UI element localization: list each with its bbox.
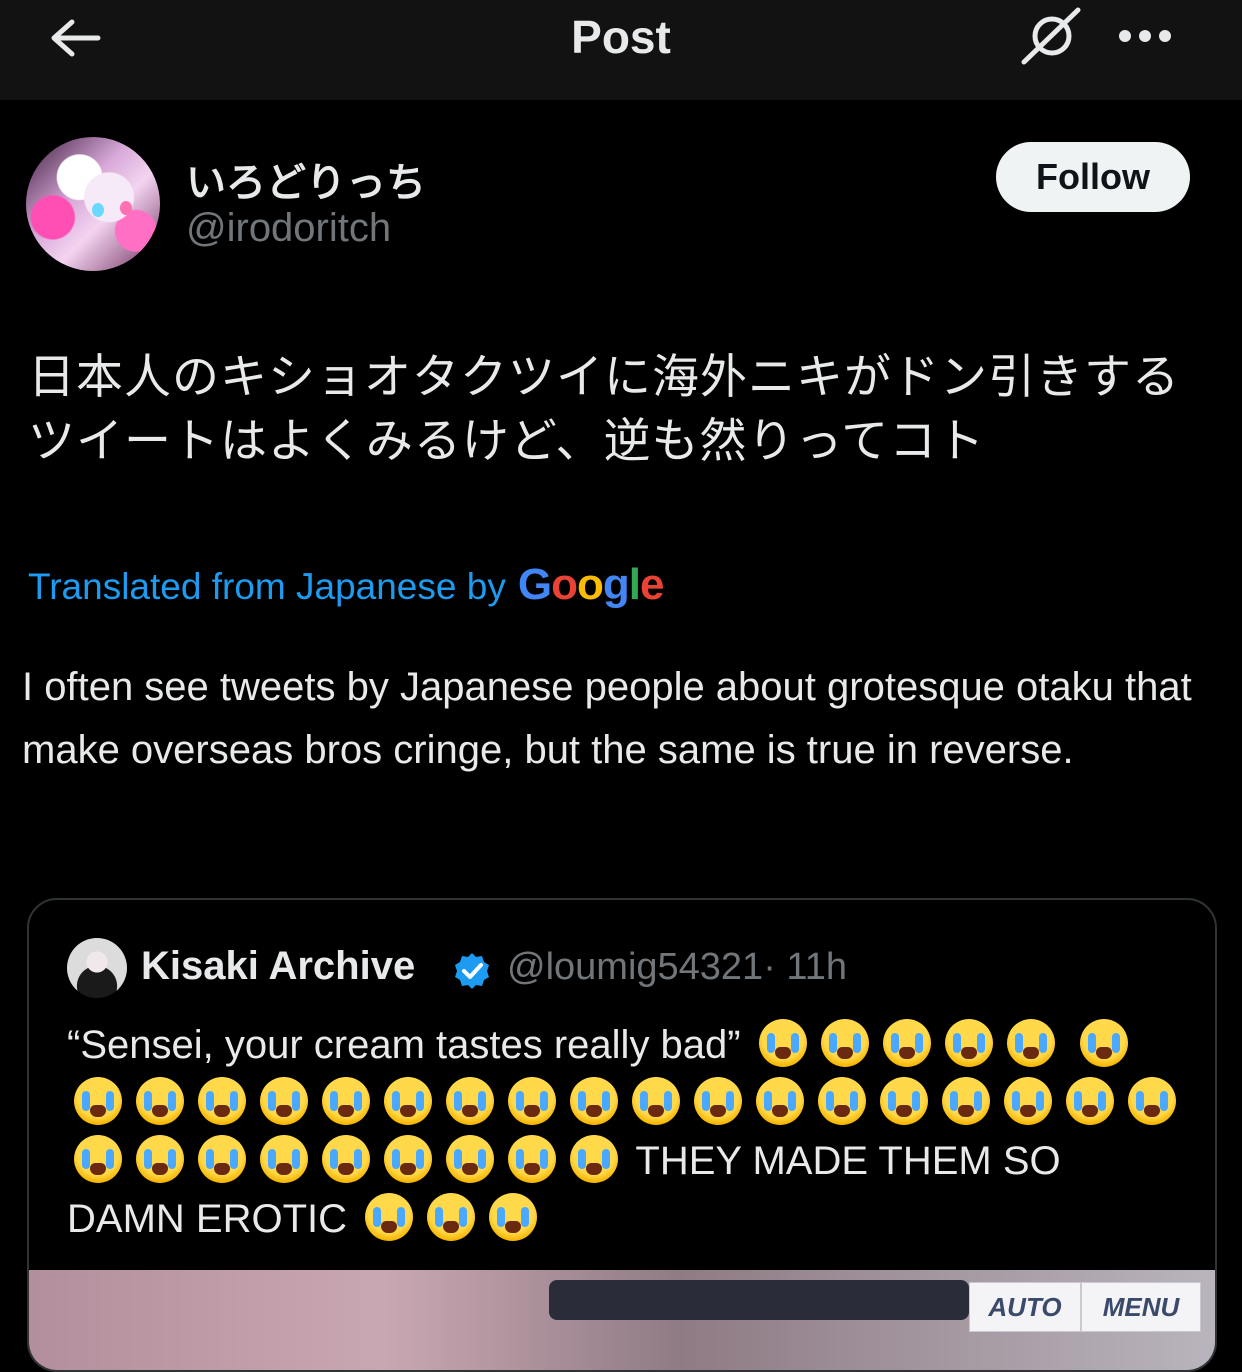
loudly-crying-face-emoji-icon — [446, 1135, 494, 1183]
author-handle[interactable]: @irodoritch — [186, 206, 391, 251]
loudly-crying-face-emoji-icon — [260, 1077, 308, 1125]
post-original-text: 日本人のキショオタクツイに海外ニキがドン引きするツイートはよくみるけど、逆も然り… — [28, 350, 1180, 469]
loudly-crying-face-emoji-icon — [489, 1193, 538, 1241]
loudly-crying-face-emoji-icon — [74, 1135, 122, 1183]
translation-label: Translated from Japanese by — [28, 566, 506, 607]
loudly-crying-face-emoji-icon — [198, 1135, 246, 1183]
quoted-author-handle-time: @loumig54321· 11h — [507, 946, 847, 989]
emoji-group-3 — [358, 1193, 544, 1241]
loudly-crying-face-emoji-icon — [365, 1193, 414, 1241]
translation-attribution[interactable]: Translated from Japanese by Google — [28, 560, 665, 610]
loudly-crying-face-emoji-icon — [260, 1135, 308, 1183]
follow-button[interactable]: Follow — [996, 142, 1190, 212]
loudly-crying-face-emoji-icon — [570, 1135, 618, 1183]
loudly-crying-face-emoji-icon — [818, 1077, 866, 1125]
quoted-text-part1: “Sensei, your cream tastes really bad” — [67, 1023, 741, 1067]
back-button[interactable] — [44, 14, 104, 62]
loudly-crying-face-emoji-icon — [427, 1193, 476, 1241]
top-bar: Post — [0, 0, 1242, 100]
grok-button[interactable] — [1016, 6, 1086, 66]
media-decor — [549, 1280, 969, 1320]
loudly-crying-face-emoji-icon — [508, 1077, 556, 1125]
google-logo: Google — [517, 560, 665, 609]
more-button[interactable] — [1112, 18, 1178, 54]
loudly-crying-face-emoji-icon — [694, 1077, 742, 1125]
quoted-media-image[interactable]: AUTO MENU — [29, 1270, 1215, 1370]
loudly-crying-face-emoji-icon — [322, 1135, 370, 1183]
loudly-crying-face-emoji-icon — [632, 1077, 680, 1125]
quoted-author-handle: @loumig54321 — [507, 946, 764, 988]
quoted-author-avatar — [67, 938, 127, 998]
loudly-crying-face-emoji-icon — [882, 1019, 931, 1067]
auto-button: AUTO — [969, 1282, 1081, 1332]
loudly-crying-face-emoji-icon — [944, 1019, 993, 1067]
arrow-left-icon — [51, 19, 101, 57]
grok-icon — [1021, 7, 1081, 65]
quoted-post-time: · 11h — [763, 946, 847, 988]
quoted-post-text: “Sensei, your cream tastes really bad” T… — [67, 1016, 1187, 1248]
loudly-crying-face-emoji-icon — [758, 1019, 807, 1067]
loudly-crying-face-emoji-icon — [942, 1077, 990, 1125]
loudly-crying-face-emoji-icon — [384, 1135, 432, 1183]
loudly-crying-face-emoji-icon — [1079, 1019, 1128, 1067]
loudly-crying-face-emoji-icon — [384, 1077, 432, 1125]
quoted-author-name: Kisaki Archive — [141, 944, 416, 988]
loudly-crying-face-emoji-icon — [1004, 1077, 1052, 1125]
loudly-crying-face-emoji-icon — [756, 1077, 804, 1125]
loudly-crying-face-emoji-icon — [446, 1077, 494, 1125]
loudly-crying-face-emoji-icon — [570, 1077, 618, 1125]
loudly-crying-face-emoji-icon — [1066, 1077, 1114, 1125]
menu-button: MENU — [1081, 1282, 1201, 1332]
author-display-name[interactable]: いろどりっち — [186, 150, 426, 208]
loudly-crying-face-emoji-icon — [136, 1135, 184, 1183]
loudly-crying-face-emoji-icon — [322, 1077, 370, 1125]
verified-badge-icon — [455, 953, 489, 989]
loudly-crying-face-emoji-icon — [1128, 1077, 1176, 1125]
more-horizontal-icon — [1119, 30, 1171, 42]
quoted-post[interactable]: Kisaki Archive @loumig54321· 11h “Sensei… — [27, 898, 1217, 1372]
emoji-group-1 — [752, 1019, 1062, 1067]
loudly-crying-face-emoji-icon — [880, 1077, 928, 1125]
post-translated-text: I often see tweets by Japanese people ab… — [22, 665, 1192, 772]
author-avatar[interactable] — [26, 137, 160, 271]
loudly-crying-face-emoji-icon — [1006, 1019, 1055, 1067]
loudly-crying-face-emoji-icon — [74, 1077, 122, 1125]
loudly-crying-face-emoji-icon — [820, 1019, 869, 1067]
loudly-crying-face-emoji-icon — [508, 1135, 556, 1183]
loudly-crying-face-emoji-icon — [198, 1077, 246, 1125]
loudly-crying-face-emoji-icon — [136, 1077, 184, 1125]
